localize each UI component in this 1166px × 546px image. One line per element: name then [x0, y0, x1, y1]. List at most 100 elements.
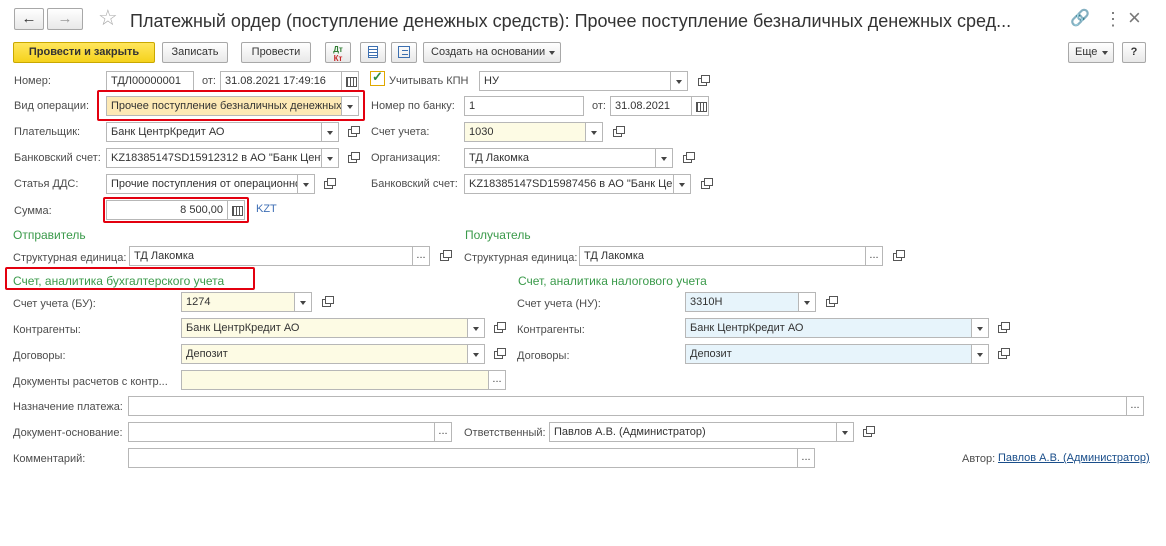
payer-field[interactable]: Банк ЦентрКредит АО — [106, 122, 322, 142]
calendar-icon[interactable] — [341, 71, 359, 91]
basis-select-button[interactable]: ... — [434, 422, 452, 442]
receiver-title: Получатель — [465, 228, 531, 242]
forward-button[interactable]: → — [47, 8, 83, 30]
bank-number-field[interactable]: 1 — [464, 96, 584, 116]
create-based-on-button[interactable]: Создать на основании — [423, 42, 561, 63]
account-dropdown-icon[interactable] — [585, 122, 603, 142]
open-icon[interactable] — [694, 72, 712, 90]
currency-link[interactable]: KZT — [256, 203, 277, 215]
open-icon[interactable] — [697, 175, 715, 193]
nu-contracts-field[interactable]: Депозит — [685, 344, 972, 364]
open-icon[interactable] — [994, 345, 1012, 363]
bu-account-field[interactable]: 1274 — [181, 292, 295, 312]
sender-unit-field[interactable]: ТД Лакомка — [129, 246, 413, 266]
more-button[interactable]: Еще — [1068, 42, 1114, 63]
bank-account-dropdown-icon[interactable] — [321, 148, 339, 168]
open-icon[interactable] — [609, 123, 627, 141]
bank-number-label: Номер по банку: — [371, 100, 455, 112]
open-icon[interactable] — [994, 319, 1012, 337]
back-button[interactable]: ← — [14, 8, 44, 30]
payer-dropdown-icon[interactable] — [321, 122, 339, 142]
bu-account-dropdown-icon[interactable] — [294, 292, 312, 312]
sum-highlight — [103, 197, 249, 223]
dds-field[interactable]: Прочие поступления от операционно — [106, 174, 298, 194]
nu-account-dropdown-icon[interactable] — [798, 292, 816, 312]
open-icon[interactable] — [436, 247, 454, 265]
help-button[interactable]: ? — [1122, 42, 1146, 63]
open-icon[interactable] — [318, 293, 336, 311]
purpose-label: Назначение платежа: — [13, 401, 123, 413]
sum-label: Сумма: — [14, 205, 52, 217]
responsible-field[interactable]: Павлов А.В. (Администратор) — [549, 422, 837, 442]
nu-contractors-label: Контрагенты: — [517, 324, 585, 336]
report-button[interactable] — [360, 42, 386, 63]
operation-highlight — [97, 90, 365, 121]
bank-account2-dropdown-icon[interactable] — [673, 174, 691, 194]
kpn-dropdown-icon[interactable] — [670, 71, 688, 91]
document-structure-icon — [398, 46, 410, 58]
author-label: Автор: — [962, 453, 996, 465]
bu-contracts-dropdown-icon[interactable] — [467, 344, 485, 364]
save-button[interactable]: Записать — [162, 42, 228, 63]
kpn-select[interactable]: НУ — [479, 71, 671, 91]
account-field[interactable]: 1030 — [464, 122, 586, 142]
bank-account2-field[interactable]: KZ18385147SD15987456 в АО "Банк Це — [464, 174, 674, 194]
receiver-unit-field[interactable]: ТД Лакомка — [579, 246, 866, 266]
bank-date-field[interactable]: 31.08.2021 — [610, 96, 692, 116]
calendar-icon[interactable] — [691, 96, 709, 116]
date-from-label: от: — [202, 75, 216, 87]
close-icon[interactable]: × — [1128, 4, 1141, 32]
nu-account-field[interactable]: 3310Н — [685, 292, 799, 312]
open-icon[interactable] — [490, 319, 508, 337]
favorite-star-icon[interactable]: ☆ — [98, 4, 118, 32]
dt-kt-button[interactable]: Дт Кт — [325, 42, 351, 63]
open-icon[interactable] — [490, 345, 508, 363]
comment-field[interactable] — [128, 448, 798, 468]
organization-field[interactable]: ТД Лакомка — [464, 148, 656, 168]
basis-field[interactable] — [128, 422, 435, 442]
date-field[interactable]: 31.08.2021 17:49:16 — [220, 71, 342, 91]
open-icon[interactable] — [344, 149, 362, 167]
sender-unit-select-button[interactable]: ... — [412, 246, 430, 266]
kpn-label: Учитывать КПН — [389, 75, 469, 87]
bu-contractors-field[interactable]: Банк ЦентрКредит АО — [181, 318, 468, 338]
open-icon[interactable] — [859, 423, 877, 441]
create-based-on-label: Создать на основании — [431, 46, 546, 58]
bu-contractors-dropdown-icon[interactable] — [467, 318, 485, 338]
purpose-select-button[interactable]: ... — [1126, 396, 1144, 416]
bu-contracts-label: Договоры: — [13, 350, 66, 362]
link-icon[interactable]: 🔗 — [1070, 8, 1090, 30]
receiver-unit-select-button[interactable]: ... — [865, 246, 883, 266]
bu-contracts-field[interactable]: Депозит — [181, 344, 468, 364]
responsible-dropdown-icon[interactable] — [836, 422, 854, 442]
nu-contractors-dropdown-icon[interactable] — [971, 318, 989, 338]
more-label: Еще — [1075, 46, 1098, 58]
open-icon[interactable] — [344, 123, 362, 141]
open-icon[interactable] — [679, 149, 697, 167]
bank-account-field[interactable]: KZ18385147SD15912312 в АО "Банк Центр — [106, 148, 322, 168]
organization-dropdown-icon[interactable] — [655, 148, 673, 168]
open-icon[interactable] — [822, 293, 840, 311]
nu-contractors-field[interactable]: Банк ЦентрКредит АО — [685, 318, 972, 338]
kpn-checkbox[interactable]: ✓ — [370, 69, 385, 86]
post-and-close-button[interactable]: Провести и закрыть — [13, 42, 155, 63]
bu-docs-select-button[interactable]: ... — [488, 370, 506, 390]
nu-contracts-dropdown-icon[interactable] — [971, 344, 989, 364]
number-field[interactable]: ТДЛ00000001 — [106, 71, 194, 91]
open-icon[interactable] — [320, 175, 338, 193]
payer-label: Плательщик: — [14, 126, 81, 138]
dds-dropdown-icon[interactable] — [297, 174, 315, 194]
window-title: Платежный ордер (поступление денежных ср… — [130, 11, 1012, 31]
open-icon[interactable] — [889, 247, 907, 265]
structure-button[interactable] — [391, 42, 417, 63]
receiver-unit-label: Структурная единица: — [464, 252, 578, 264]
post-button[interactable]: Провести — [241, 42, 311, 63]
bu-docs-field[interactable] — [181, 370, 489, 390]
more-actions-icon[interactable]: ⋮ — [1104, 8, 1122, 30]
basis-label: Документ-основание: — [13, 427, 123, 439]
comment-select-button[interactable]: ... — [797, 448, 815, 468]
author-link[interactable]: Павлов А.В. (Администратор) — [998, 452, 1150, 464]
purpose-field[interactable] — [128, 396, 1127, 416]
list-report-icon — [368, 46, 378, 58]
bu-docs-label: Документы расчетов с контр... — [13, 376, 168, 388]
